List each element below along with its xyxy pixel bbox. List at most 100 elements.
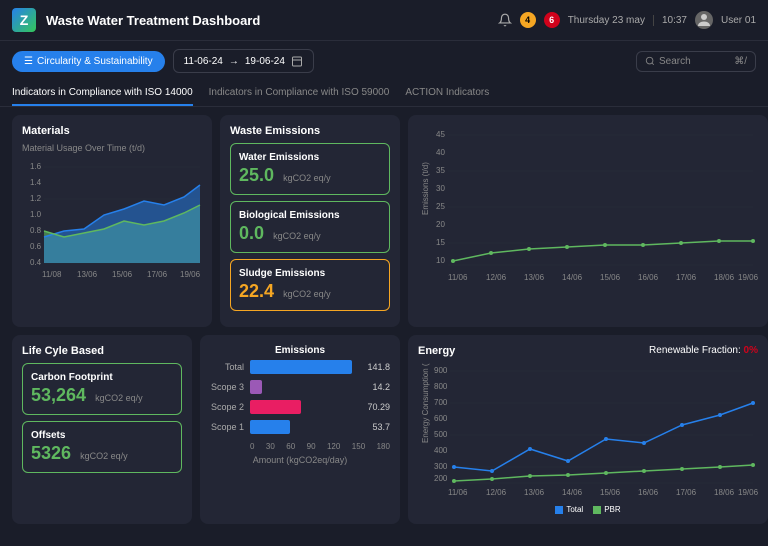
bell-icon[interactable] <box>498 13 512 27</box>
energy-chart: Energy Consumption (kWh/d) 900800700 600… <box>418 363 758 503</box>
tabs: Indicators in Compliance with ISO 14000 … <box>0 81 768 107</box>
svg-text:500: 500 <box>434 430 448 439</box>
bio-emissions-card: Biological Emissions 0.0 kgCO2 eq/y <box>230 201 390 253</box>
sludge-emissions-value: 22.4 <box>239 281 274 301</box>
svg-text:1.2: 1.2 <box>30 194 42 203</box>
svg-text:15/06: 15/06 <box>112 270 133 279</box>
emissions-bar-xlabel: Amount (kgCO2eq/day) <box>210 455 390 465</box>
sludge-emissions-card: Sludge Emissions 22.4 kgCO2 eq/y <box>230 259 390 311</box>
renewable-value: 0% <box>744 345 758 356</box>
svg-text:900: 900 <box>434 366 448 375</box>
offsets-card: Offsets 5326 kgCO2 eq/y <box>22 421 182 473</box>
waste-title: Waste Emissions <box>230 125 390 137</box>
bar-total: Total 141.8 <box>210 360 390 374</box>
date-from: 11-06-24 <box>184 56 223 67</box>
svg-text:16/06: 16/06 <box>638 273 659 282</box>
tab-iso59000[interactable]: Indicators in Compliance with ISO 59000 <box>209 81 390 106</box>
notification-badge-warning[interactable]: 4 <box>520 12 536 28</box>
lifecycle-title: Life Cyle Based <box>22 345 182 357</box>
svg-text:15: 15 <box>436 238 445 247</box>
bio-emissions-unit: kgCO2 eq/y <box>273 231 321 241</box>
offsets-value: 5326 <box>31 443 71 463</box>
search-shortcut: ⌘/ <box>734 56 747 67</box>
svg-text:10: 10 <box>436 256 445 265</box>
svg-text:11/06: 11/06 <box>448 488 468 497</box>
sludge-emissions-label: Sludge Emissions <box>239 268 381 279</box>
water-emissions-value: 25.0 <box>239 165 274 185</box>
carbon-footprint-card: Carbon Footprint 53,264 kgCO2 eq/y <box>22 363 182 415</box>
svg-text:400: 400 <box>434 446 448 455</box>
notification-badge-alert[interactable]: 6 <box>544 12 560 28</box>
bio-emissions-label: Biological Emissions <box>239 210 381 221</box>
svg-text:0.8: 0.8 <box>30 226 42 235</box>
energy-legend: Total PBR <box>418 505 758 514</box>
svg-text:18/06: 18/06 <box>714 488 735 497</box>
svg-text:Energy Consumption (kWh/d): Energy Consumption (kWh/d) <box>421 363 430 443</box>
svg-text:25: 25 <box>436 202 445 211</box>
svg-text:45: 45 <box>436 130 445 139</box>
svg-text:30: 30 <box>436 184 445 193</box>
toolbar: ☰ Circularity & Sustainability 11-06-24 … <box>0 41 768 81</box>
svg-text:0.4: 0.4 <box>30 258 42 267</box>
menu-icon: ☰ <box>24 56 33 67</box>
water-emissions-label: Water Emissions <box>239 152 381 163</box>
sludge-emissions-unit: kgCO2 eq/y <box>283 289 331 299</box>
water-emissions-unit: kgCO2 eq/y <box>283 173 331 183</box>
svg-text:40: 40 <box>436 148 445 157</box>
date-range-picker[interactable]: 11-06-24 → 19-06-24 <box>173 49 314 73</box>
page-title: Waste Water Treatment Dashboard <box>46 13 498 28</box>
header-time: 10:37 <box>653 15 687 26</box>
svg-text:11/06: 11/06 <box>448 273 468 282</box>
svg-text:15/06: 15/06 <box>600 273 621 282</box>
bar-scope2: Scope 2 70.29 <box>210 400 390 414</box>
search-placeholder: Search <box>659 56 730 67</box>
water-emissions-card: Water Emissions 25.0 kgCO2 eq/y <box>230 143 390 195</box>
search-icon <box>645 56 655 66</box>
svg-text:13/06: 13/06 <box>524 488 545 497</box>
svg-text:14/06: 14/06 <box>562 273 583 282</box>
search-input[interactable]: Search ⌘/ <box>636 51 756 72</box>
date-to: 19-06-24 <box>245 56 285 67</box>
svg-text:12/06: 12/06 <box>486 273 507 282</box>
user-name[interactable]: User 01 <box>721 15 756 26</box>
avatar-icon[interactable] <box>695 11 713 29</box>
bar-scope3: Scope 3 14.2 <box>210 380 390 394</box>
tab-iso14000[interactable]: Indicators in Compliance with ISO 14000 <box>12 81 193 106</box>
offsets-label: Offsets <box>31 430 173 441</box>
energy-panel: Energy Renewable Fraction: 0% Energy Con… <box>408 335 768 524</box>
svg-text:18/06: 18/06 <box>714 273 735 282</box>
svg-text:1.0: 1.0 <box>30 210 42 219</box>
energy-title: Energy <box>418 345 455 357</box>
circularity-button[interactable]: ☰ Circularity & Sustainability <box>12 51 165 72</box>
svg-text:20: 20 <box>436 220 445 229</box>
svg-text:300: 300 <box>434 462 448 471</box>
svg-text:16/06: 16/06 <box>638 488 659 497</box>
calendar-icon <box>291 55 303 67</box>
arrow-right-icon: → <box>229 56 239 67</box>
svg-text:19/06: 19/06 <box>180 270 201 279</box>
svg-text:11/08: 11/08 <box>42 270 62 279</box>
svg-text:19/06: 19/06 <box>738 273 758 282</box>
emissions-line-chart: Emissions (t/d) 454035 302520 1510 11/06 <box>418 125 758 295</box>
svg-text:14/06: 14/06 <box>562 488 583 497</box>
svg-text:17/06: 17/06 <box>676 488 697 497</box>
materials-subtitle: Material Usage Over Time (t/d) <box>22 143 202 153</box>
svg-text:13/06: 13/06 <box>77 270 98 279</box>
circularity-label: Circularity & Sustainability <box>37 56 153 67</box>
logo: Z <box>12 8 36 32</box>
materials-chart: 1.61.41.2 1.00.80.6 0.4 11/0813/0615/06 … <box>22 159 202 289</box>
svg-text:15/06: 15/06 <box>600 488 621 497</box>
svg-text:17/06: 17/06 <box>676 273 697 282</box>
carbon-label: Carbon Footprint <box>31 372 173 383</box>
waste-emissions-panel: Waste Emissions Water Emissions 25.0 kgC… <box>220 115 400 327</box>
carbon-value: 53,264 <box>31 385 86 405</box>
emissions-bar-panel: Emissions Total 141.8 Scope 3 14.2 Scope… <box>200 335 400 524</box>
offsets-unit: kgCO2 eq/y <box>80 451 128 461</box>
tab-action[interactable]: ACTION Indicators <box>405 81 489 106</box>
svg-text:200: 200 <box>434 474 448 483</box>
svg-text:13/06: 13/06 <box>524 273 545 282</box>
header-date: Thursday 23 may <box>568 15 645 26</box>
svg-text:600: 600 <box>434 414 448 423</box>
svg-text:700: 700 <box>434 398 448 407</box>
svg-text:35: 35 <box>436 166 445 175</box>
